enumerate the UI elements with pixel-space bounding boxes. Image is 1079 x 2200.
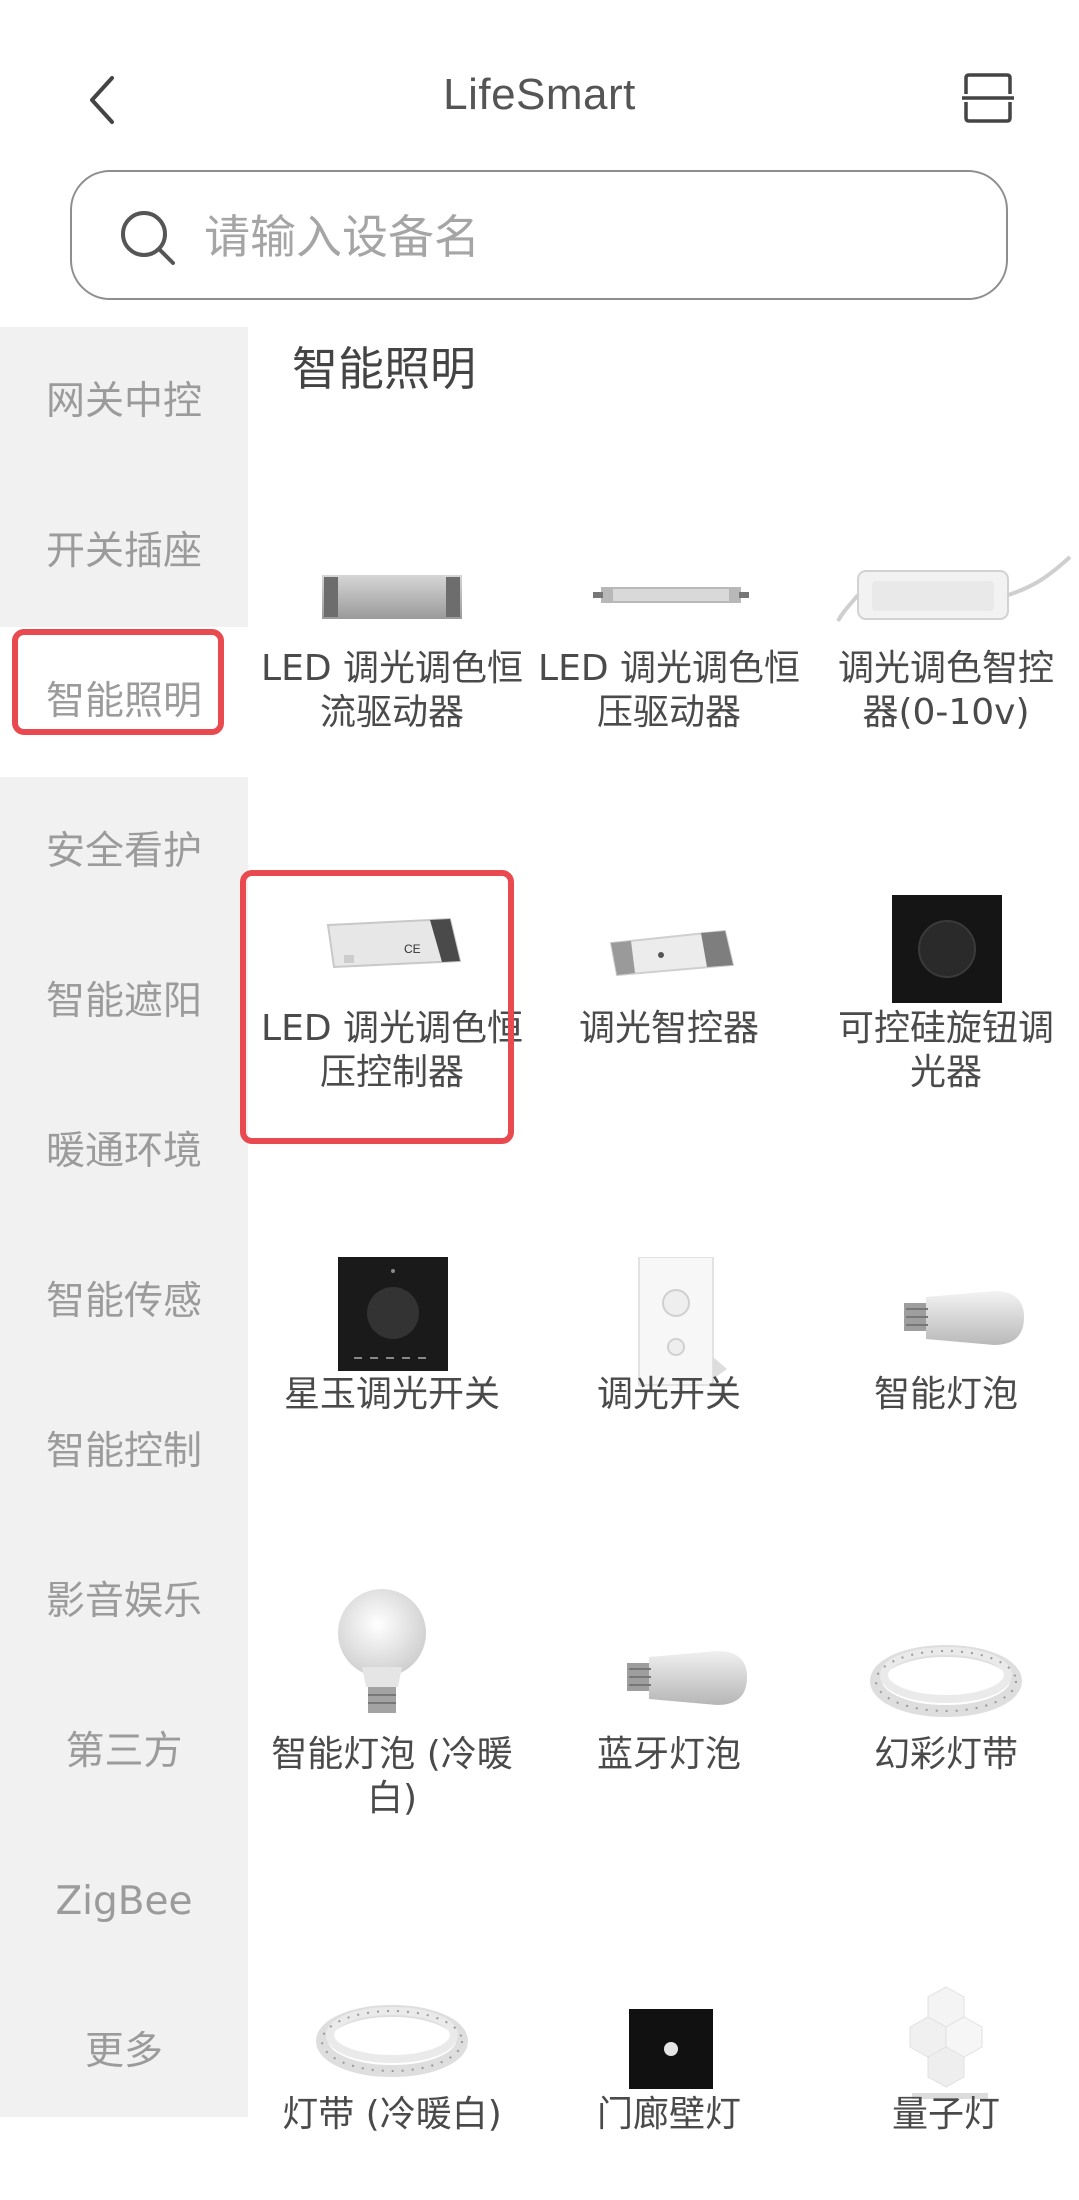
search-icon <box>121 211 175 265</box>
product-name: 门廊壁灯 <box>596 2094 741 2135</box>
scan-icon <box>962 73 1014 123</box>
sidebar-item-switch-socket[interactable]: 开关插座 <box>0 477 248 627</box>
product-card[interactable]: 调光调色智控器(0-10v) <box>808 537 1079 797</box>
white-bulb-icon <box>254 1583 530 1743</box>
bluetooth-bulb-icon <box>531 1583 807 1743</box>
product-name: 星玉调光开关 <box>283 1374 500 1415</box>
sidebar-item-av-entertainment[interactable]: 影音娱乐 <box>0 1527 248 1677</box>
product-name: 调光开关 <box>596 1374 741 1415</box>
product-name: LED 调光调色恒流驱动器 <box>261 648 523 733</box>
product-card[interactable]: 可控硅旋钮调光器 <box>808 895 1079 1095</box>
sidebar-item-security[interactable]: 安全看护 <box>0 777 248 927</box>
sidebar-item-label: 网关中控 <box>45 379 202 424</box>
app-title: LifeSmart <box>443 70 636 119</box>
sidebar-item-gateway[interactable]: 网关中控 <box>0 327 248 477</box>
sidebar-item-label: 安全看护 <box>45 829 202 874</box>
sidebar-item-label: 智能传感 <box>45 1279 202 1324</box>
sidebar-item-sensors[interactable]: 智能传感 <box>0 1227 248 1377</box>
section-title: 智能照明 <box>292 342 476 396</box>
product-card[interactable]: 智能灯泡 (冷暖白) <box>254 1583 530 1819</box>
sidebar-item-label: 更多 <box>84 2029 163 2074</box>
search-input[interactable] <box>202 200 966 274</box>
product-card[interactable]: 幻彩灯带 <box>808 1583 1079 1783</box>
product-card[interactable]: 门廊壁灯 <box>531 1947 807 2147</box>
sidebar-item-label: 影音娱乐 <box>45 1579 202 1624</box>
search-bar[interactable] <box>70 170 1008 300</box>
sidebar-item-shading[interactable]: 智能遮阳 <box>0 927 248 1077</box>
product-name: LED 调光调色恒压驱动器 <box>538 648 800 733</box>
sidebar-item-label: ZigBee <box>55 1879 193 1924</box>
rgb-strip-icon <box>808 1583 1079 1743</box>
product-name: 蓝牙灯泡 <box>596 1734 741 1775</box>
product-name: 可控硅旋钮调光器 <box>808 1007 1079 1095</box>
category-sidebar: 网关中控 开关插座 智能照明 安全看护 智能遮阳 暖通环境 智能传感 智能控制 … <box>0 327 248 2117</box>
sidebar-item-smart-control[interactable]: 智能控制 <box>0 1377 248 1527</box>
header: LifeSmart <box>0 0 1079 320</box>
sidebar-item-label: 第三方 <box>65 1729 183 1774</box>
product-card[interactable]: 调光智控器 <box>531 895 807 1095</box>
product-card[interactable]: 星玉调光开关 <box>254 1257 530 1417</box>
sidebar-item-zigbee[interactable]: ZigBee <box>0 1827 248 1977</box>
sidebar-item-label: 暖通环境 <box>45 1129 202 1174</box>
product-card[interactable]: 智能灯泡 <box>808 1257 1079 1417</box>
product-name: 智能灯泡 <box>873 1374 1018 1415</box>
product-card[interactable]: 蓝牙灯泡 <box>531 1583 807 1783</box>
product-name: 幻彩灯带 <box>873 1734 1018 1775</box>
sidebar-item-label: 智能遮阳 <box>45 979 202 1024</box>
product-name-text: 调光调色智控器(0-10v) <box>837 648 1054 733</box>
product-card[interactable]: 调光开关 <box>531 1257 807 1417</box>
product-name: 量子灯 <box>891 2094 1000 2135</box>
sidebar-item-label: 智能控制 <box>45 1429 202 1474</box>
product-card[interactable]: 量子灯 <box>808 1947 1079 2147</box>
sidebar-item-more[interactable]: 更多 <box>0 1977 248 2127</box>
product-card[interactable]: 灯带 (冷暖白) <box>254 1947 530 2147</box>
sidebar-item-hvac[interactable]: 暖通环境 <box>0 1077 248 1227</box>
product-highlight-box <box>240 870 514 1144</box>
product-name: 灯带 (冷暖白) <box>282 2094 502 2135</box>
product-name-text: 可控硅旋钮调光器 <box>837 1008 1054 1093</box>
product-name: 调光智控器 <box>578 1008 759 1049</box>
strip-white-icon <box>254 1947 530 2107</box>
product-panel: 智能照明 LED 调光调色恒流驱动器 LED 调光调色恒压驱动器 调光调色智控器… <box>248 327 1079 2200</box>
sidebar-item-label: 开关插座 <box>45 529 202 574</box>
porch-light-icon <box>531 1947 807 2107</box>
sidebar-item-third-party[interactable]: 第三方 <box>0 1677 248 1827</box>
product-name: 智能灯泡 (冷暖白) <box>271 1734 513 1819</box>
product-name: 调光调色智控器(0-10v) <box>808 647 1079 735</box>
product-card[interactable]: LED 调光调色恒流驱动器 <box>254 537 530 737</box>
product-card[interactable]: LED 调光调色恒压驱动器 <box>531 537 807 737</box>
sidebar-highlight-box <box>12 629 224 735</box>
quantum-light-icon <box>808 1947 1079 2107</box>
scan-button[interactable] <box>962 72 1014 124</box>
